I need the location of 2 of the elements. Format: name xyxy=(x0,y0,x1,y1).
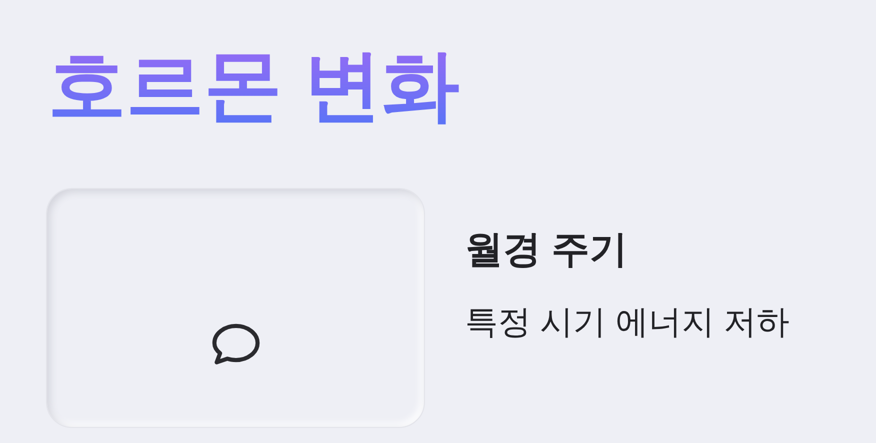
card-description: 특정 시기 에너지 저하 xyxy=(465,302,790,342)
card-title: 월경 주기 xyxy=(465,228,629,273)
